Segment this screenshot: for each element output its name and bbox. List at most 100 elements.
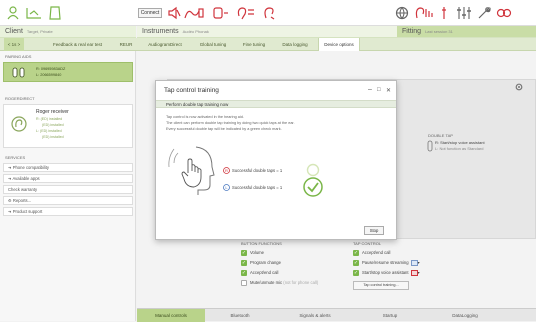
voice-side-icon[interactable] xyxy=(410,270,418,276)
services-label: SERVICES xyxy=(5,155,26,160)
rec-line-1: R: (ED) installed xyxy=(36,117,63,121)
ear-settings-icon[interactable] xyxy=(236,6,256,20)
tab-fine-tuning[interactable]: Fine tuning xyxy=(236,38,272,51)
tab-datalogging[interactable]: DataLogging xyxy=(425,309,505,322)
audiogram-icon[interactable] xyxy=(26,6,42,20)
globe-icon[interactable] xyxy=(395,6,409,20)
pairing-box[interactable]: R: 09695983ADZ L: 2066599840 xyxy=(3,62,133,82)
service-product-support[interactable]: ➜ Product support xyxy=(3,207,133,216)
dialog-text-3: Every successful double tap will be indi… xyxy=(166,127,282,131)
stop-button[interactable]: Stop xyxy=(364,226,384,235)
tab-nav-arrows[interactable]: < 1s > xyxy=(4,38,24,51)
probe-icon[interactable] xyxy=(440,6,448,20)
tab-audiogramdirect[interactable]: AudiogramDirect xyxy=(140,38,190,51)
client-section-header[interactable]: Client Target, Private xyxy=(0,26,136,38)
bf-mute-note: (not for phone call) xyxy=(283,280,319,286)
roger-receiver-icon xyxy=(11,116,27,132)
service-label: Product support xyxy=(12,209,43,214)
checkbox-checked-icon[interactable]: ✓ xyxy=(241,270,247,276)
top-toolbar: Connect xyxy=(0,0,536,26)
device-icon[interactable] xyxy=(48,6,62,20)
tab-bluetooth[interactable]: Bluetooth xyxy=(205,309,275,322)
tc-accept-end-call[interactable]: ✓ Accept/end call xyxy=(353,250,390,256)
ear-fit-icon[interactable] xyxy=(262,6,276,20)
hearing-aid-remote-icon[interactable] xyxy=(212,6,230,20)
checkbox-unchecked-icon[interactable] xyxy=(241,280,247,286)
tc-pause-resume[interactable]: ✓ Pause/resume streaming ▾ xyxy=(353,260,420,266)
bf-accept-end-call[interactable]: ✓ Accept/end call xyxy=(241,270,278,276)
client-sub: Target, Private xyxy=(26,29,53,34)
feedback-manager-icon[interactable] xyxy=(183,6,205,20)
hearing-test-icon[interactable] xyxy=(414,6,434,20)
roger-receiver-box[interactable]: Roger receiver R: (ED) installed (ED) in… xyxy=(3,104,133,148)
maximize-button[interactable]: □ xyxy=(377,87,381,93)
instruments-section-header[interactable]: Instruments Audéo Phonak xyxy=(137,26,397,38)
instruments-sub: Audéo Phonak xyxy=(182,29,209,34)
hearing-aid-icon xyxy=(427,140,433,152)
tab-data-logging[interactable]: Data logging xyxy=(275,38,315,51)
tab-feedback-real-ear[interactable]: Feedback & real ear test xyxy=(40,38,115,51)
tab-global-tuning[interactable]: Global tuning xyxy=(193,38,233,51)
double-tap-right: R: Start/stop voice assistant xyxy=(435,140,485,145)
service-phone-compatibility[interactable]: ➜ Phone compatibility xyxy=(3,163,133,172)
tab-reur[interactable]: REUR xyxy=(115,38,137,51)
minimize-button[interactable]: – xyxy=(368,86,372,93)
sliders-icon[interactable] xyxy=(456,6,472,20)
service-label: Phone compatibility xyxy=(12,165,49,170)
dialog-text-1: Tap control is now activated in the hear… xyxy=(166,115,244,119)
double-tap-label: DOUBLE TAP xyxy=(428,133,453,138)
tap-control-training-button[interactable]: Tap control training... xyxy=(353,281,409,290)
service-check-warranty[interactable]: Check warranty xyxy=(3,185,133,194)
fitting-tabs: < 1s > Feedback & real ear test REUR Aud… xyxy=(0,38,536,51)
tc-pause-resume-label: Pause/resume streaming xyxy=(362,260,409,266)
tab-signals-alerts[interactable]: Signals & alerts xyxy=(275,309,355,322)
svg-text:L: L xyxy=(225,185,228,190)
settings-gear-icon[interactable] xyxy=(515,83,523,91)
tab-startup[interactable]: Startup xyxy=(355,309,425,322)
bottom-tabs: Manual controls Bluetooth Signals & aler… xyxy=(137,308,536,322)
rec-line-3: L: (ED) installed xyxy=(36,129,62,133)
roger-receiver-title: Roger receiver xyxy=(36,109,69,115)
rec-line-2: (ED) installed xyxy=(42,123,64,127)
service-available-apps[interactable]: ➜ Available apps xyxy=(3,174,133,183)
checkbox-checked-icon[interactable]: ✓ xyxy=(241,260,247,266)
success-check-circle-icon xyxy=(303,177,323,197)
dialog-title: Tap control training xyxy=(164,87,219,94)
service-label: Reports... xyxy=(12,198,32,203)
tap-control-training-dialog: Tap control training – □ ✕ Perform doubl… xyxy=(155,80,397,240)
connect-button[interactable]: Connect xyxy=(138,8,162,18)
double-tap-left: L: Not function as Standard xyxy=(435,146,484,151)
tc-voice-assistant[interactable]: ✓ Start/stop voice assistant ▾ xyxy=(353,270,420,276)
bf-volume[interactable]: ✓ Volume xyxy=(241,250,264,256)
tab-manual-controls[interactable]: Manual controls xyxy=(137,309,205,322)
checkbox-checked-icon[interactable]: ✓ xyxy=(353,270,359,276)
fitting-sub: Last session 31 xyxy=(425,29,453,34)
close-button[interactable]: ✕ xyxy=(386,87,391,94)
client-icon[interactable] xyxy=(6,6,20,20)
mute-icon[interactable] xyxy=(167,6,181,20)
instruments-label: Instruments xyxy=(142,28,179,35)
dropdown-arrow-icon[interactable]: ▾ xyxy=(418,260,420,265)
bf-program-change[interactable]: ✓ Program change xyxy=(241,260,281,266)
checkbox-checked-icon[interactable]: ✓ xyxy=(353,260,359,266)
bf-accept-end-call-label: Accept/end call xyxy=(250,270,279,276)
tap-control-label: TAP CONTROL xyxy=(353,241,382,246)
right-ear-count: Successful double taps = 1 xyxy=(232,168,283,173)
streaming-side-icon[interactable] xyxy=(410,260,418,266)
fitting-section-header[interactable]: Fitting Last session 31 xyxy=(397,26,536,38)
left-ear-count: Successful double taps = 1 xyxy=(232,185,283,190)
pair-left-serial: L: 2066599840 xyxy=(36,73,62,77)
dropdown-arrow-icon[interactable]: ▾ xyxy=(418,270,420,275)
bf-mute-unmute[interactable]: Mute/unmute mic (not for phone call) xyxy=(241,280,318,286)
link-icon[interactable] xyxy=(496,6,512,20)
tools-icon[interactable] xyxy=(477,6,491,20)
remote-label: ROGERDIRECT xyxy=(5,96,35,101)
button-functions-label: BUTTON FUNCTIONS xyxy=(241,241,282,246)
tab-device-options[interactable]: Device options xyxy=(318,38,360,51)
service-reports[interactable]: ⚙ Reports... xyxy=(3,196,133,205)
client-label: Client xyxy=(5,28,23,35)
checkbox-checked-icon[interactable]: ✓ xyxy=(241,250,247,256)
checkbox-checked-icon[interactable]: ✓ xyxy=(353,250,359,256)
left-panel: PAIRING AIDS R: 09695983ADZ L: 206659984… xyxy=(0,51,136,321)
svg-text:R: R xyxy=(225,168,228,173)
